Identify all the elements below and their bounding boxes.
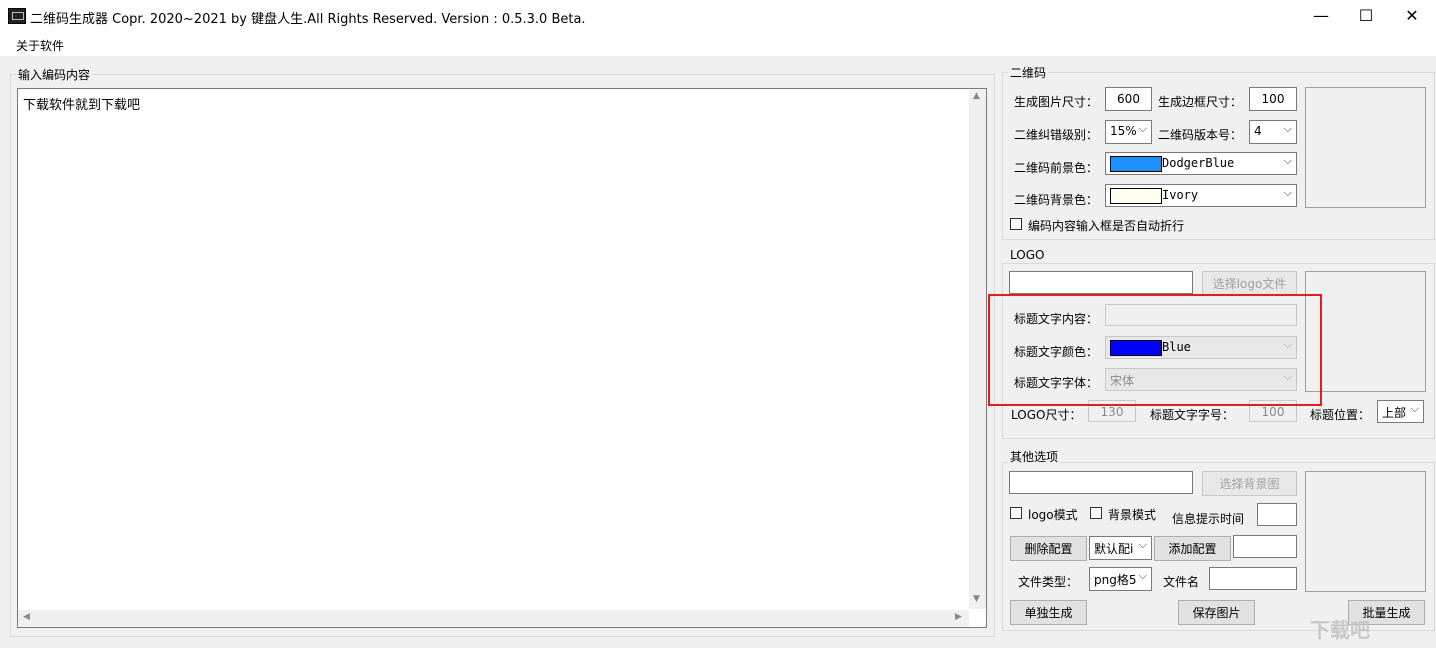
image-size-label: 生成图片尺寸： xyxy=(1014,95,1099,109)
content-textarea[interactable]: 下载软件就到下载吧 ▲ ▼ ◀ ▶ xyxy=(17,88,987,628)
chevron-down-icon: ⌵ xyxy=(1283,122,1292,135)
content-text: 下载软件就到下载吧 xyxy=(23,98,141,113)
file-name-label: 文件名 xyxy=(1163,575,1200,589)
file-type-value: png格5 xyxy=(1094,573,1137,587)
horizontal-scrollbar[interactable]: ◀ ▶ xyxy=(18,610,969,627)
fg-color-name: DodgerBlue xyxy=(1162,156,1235,170)
single-generate-button[interactable]: 单独生成 xyxy=(1010,600,1087,625)
bg-color-label: 二维码背景色： xyxy=(1014,193,1099,207)
add-config-button[interactable]: 添加配置 xyxy=(1154,536,1231,561)
title-font-size-label: 标题文字字号： xyxy=(1150,408,1235,422)
minimize-button[interactable]: — xyxy=(1298,0,1344,31)
logo-preview xyxy=(1305,271,1426,392)
fg-color-label: 二维码前景色： xyxy=(1014,161,1099,175)
scroll-up-icon[interactable]: ▲ xyxy=(973,91,980,101)
fg-color-swatch xyxy=(1110,156,1162,172)
window-title: 二维码生成器 Copr. 2020~2021 by 键盘人生.All Right… xyxy=(30,12,586,27)
ecc-select[interactable]: 15% ⌵ xyxy=(1105,120,1152,144)
title-pos-label: 标题位置： xyxy=(1310,408,1371,422)
bg-file-input[interactable] xyxy=(1009,471,1193,494)
logo-group-label: LOGO xyxy=(1008,248,1047,262)
chevron-down-icon: ⌵ xyxy=(1138,569,1147,582)
chevron-down-icon: ⌵ xyxy=(1138,538,1147,551)
highlight-box xyxy=(988,294,1322,406)
qr-group-label: 二维码 xyxy=(1008,64,1049,81)
app-icon xyxy=(8,8,26,24)
config-name-input[interactable] xyxy=(1233,535,1297,558)
title-pos-value: 上部 xyxy=(1382,406,1407,420)
ecc-label: 二维纠错级别： xyxy=(1014,128,1099,142)
bg-color-swatch xyxy=(1110,188,1162,204)
choose-logo-button[interactable]: 选择logo文件 xyxy=(1202,271,1297,295)
wrap-checkbox[interactable] xyxy=(1010,218,1022,230)
wrap-label: 编码内容输入框是否自动折行 xyxy=(1028,219,1185,233)
bg-mode-label: 背景模式 xyxy=(1108,508,1157,522)
chevron-down-icon: ⌵ xyxy=(1283,186,1292,199)
bg-mode-checkbox[interactable] xyxy=(1090,507,1102,519)
config-value: 默认配i xyxy=(1094,542,1134,556)
input-group-label: 输入编码内容 xyxy=(16,66,93,83)
version-select[interactable]: 4 ⌵ xyxy=(1249,120,1297,144)
image-size-input[interactable]: 600 xyxy=(1105,87,1152,111)
config-select[interactable]: 默认配i ⌵ xyxy=(1089,536,1152,560)
fg-color-select[interactable]: DodgerBlue ⌵ xyxy=(1105,152,1297,175)
delete-config-button[interactable]: 删除配置 xyxy=(1010,536,1087,561)
chevron-down-icon: ⌵ xyxy=(1410,402,1419,415)
close-button[interactable]: ✕ xyxy=(1389,0,1435,31)
ecc-value: 15% xyxy=(1110,124,1137,138)
other-preview xyxy=(1305,471,1426,592)
file-type-select[interactable]: png格5 ⌵ xyxy=(1089,567,1152,591)
tip-time-label: 信息提示时间 xyxy=(1172,512,1245,526)
border-size-label: 生成边框尺寸： xyxy=(1158,95,1243,109)
logo-mode-label: logo模式 xyxy=(1028,508,1078,522)
other-group-label: 其他选项 xyxy=(1008,448,1061,465)
menu-bar xyxy=(0,31,1436,56)
chevron-down-icon: ⌵ xyxy=(1283,154,1292,167)
chevron-down-icon: ⌵ xyxy=(1138,122,1147,135)
file-type-label: 文件类型： xyxy=(1018,575,1079,589)
watermark-text: 下载吧 xyxy=(1310,618,1370,642)
vertical-scrollbar[interactable]: ▲ ▼ xyxy=(969,89,986,609)
maximize-button[interactable]: ☐ xyxy=(1343,0,1389,31)
scroll-down-icon[interactable]: ▼ xyxy=(973,594,980,604)
version-value: 4 xyxy=(1254,124,1262,138)
save-image-button[interactable]: 保存图片 xyxy=(1178,600,1255,625)
tip-time-input[interactable] xyxy=(1257,503,1297,526)
file-name-input[interactable] xyxy=(1209,567,1297,590)
version-label: 二维码版本号： xyxy=(1158,128,1243,142)
scroll-left-icon[interactable]: ◀ xyxy=(23,612,30,622)
choose-bg-button[interactable]: 选择背景图 xyxy=(1202,471,1297,496)
bg-color-select[interactable]: Ivory ⌵ xyxy=(1105,184,1297,207)
border-size-input[interactable]: 100 xyxy=(1249,87,1297,111)
scroll-right-icon[interactable]: ▶ xyxy=(955,612,962,622)
logo-mode-checkbox[interactable] xyxy=(1010,507,1022,519)
bg-color-name: Ivory xyxy=(1162,188,1199,202)
logo-file-input[interactable] xyxy=(1009,271,1193,294)
logo-size-label: LOGO尺寸： xyxy=(1011,408,1082,422)
menu-about[interactable]: 关于软件 xyxy=(16,37,64,54)
qr-preview xyxy=(1305,87,1426,208)
title-pos-select[interactable]: 上部 ⌵ xyxy=(1377,400,1424,423)
